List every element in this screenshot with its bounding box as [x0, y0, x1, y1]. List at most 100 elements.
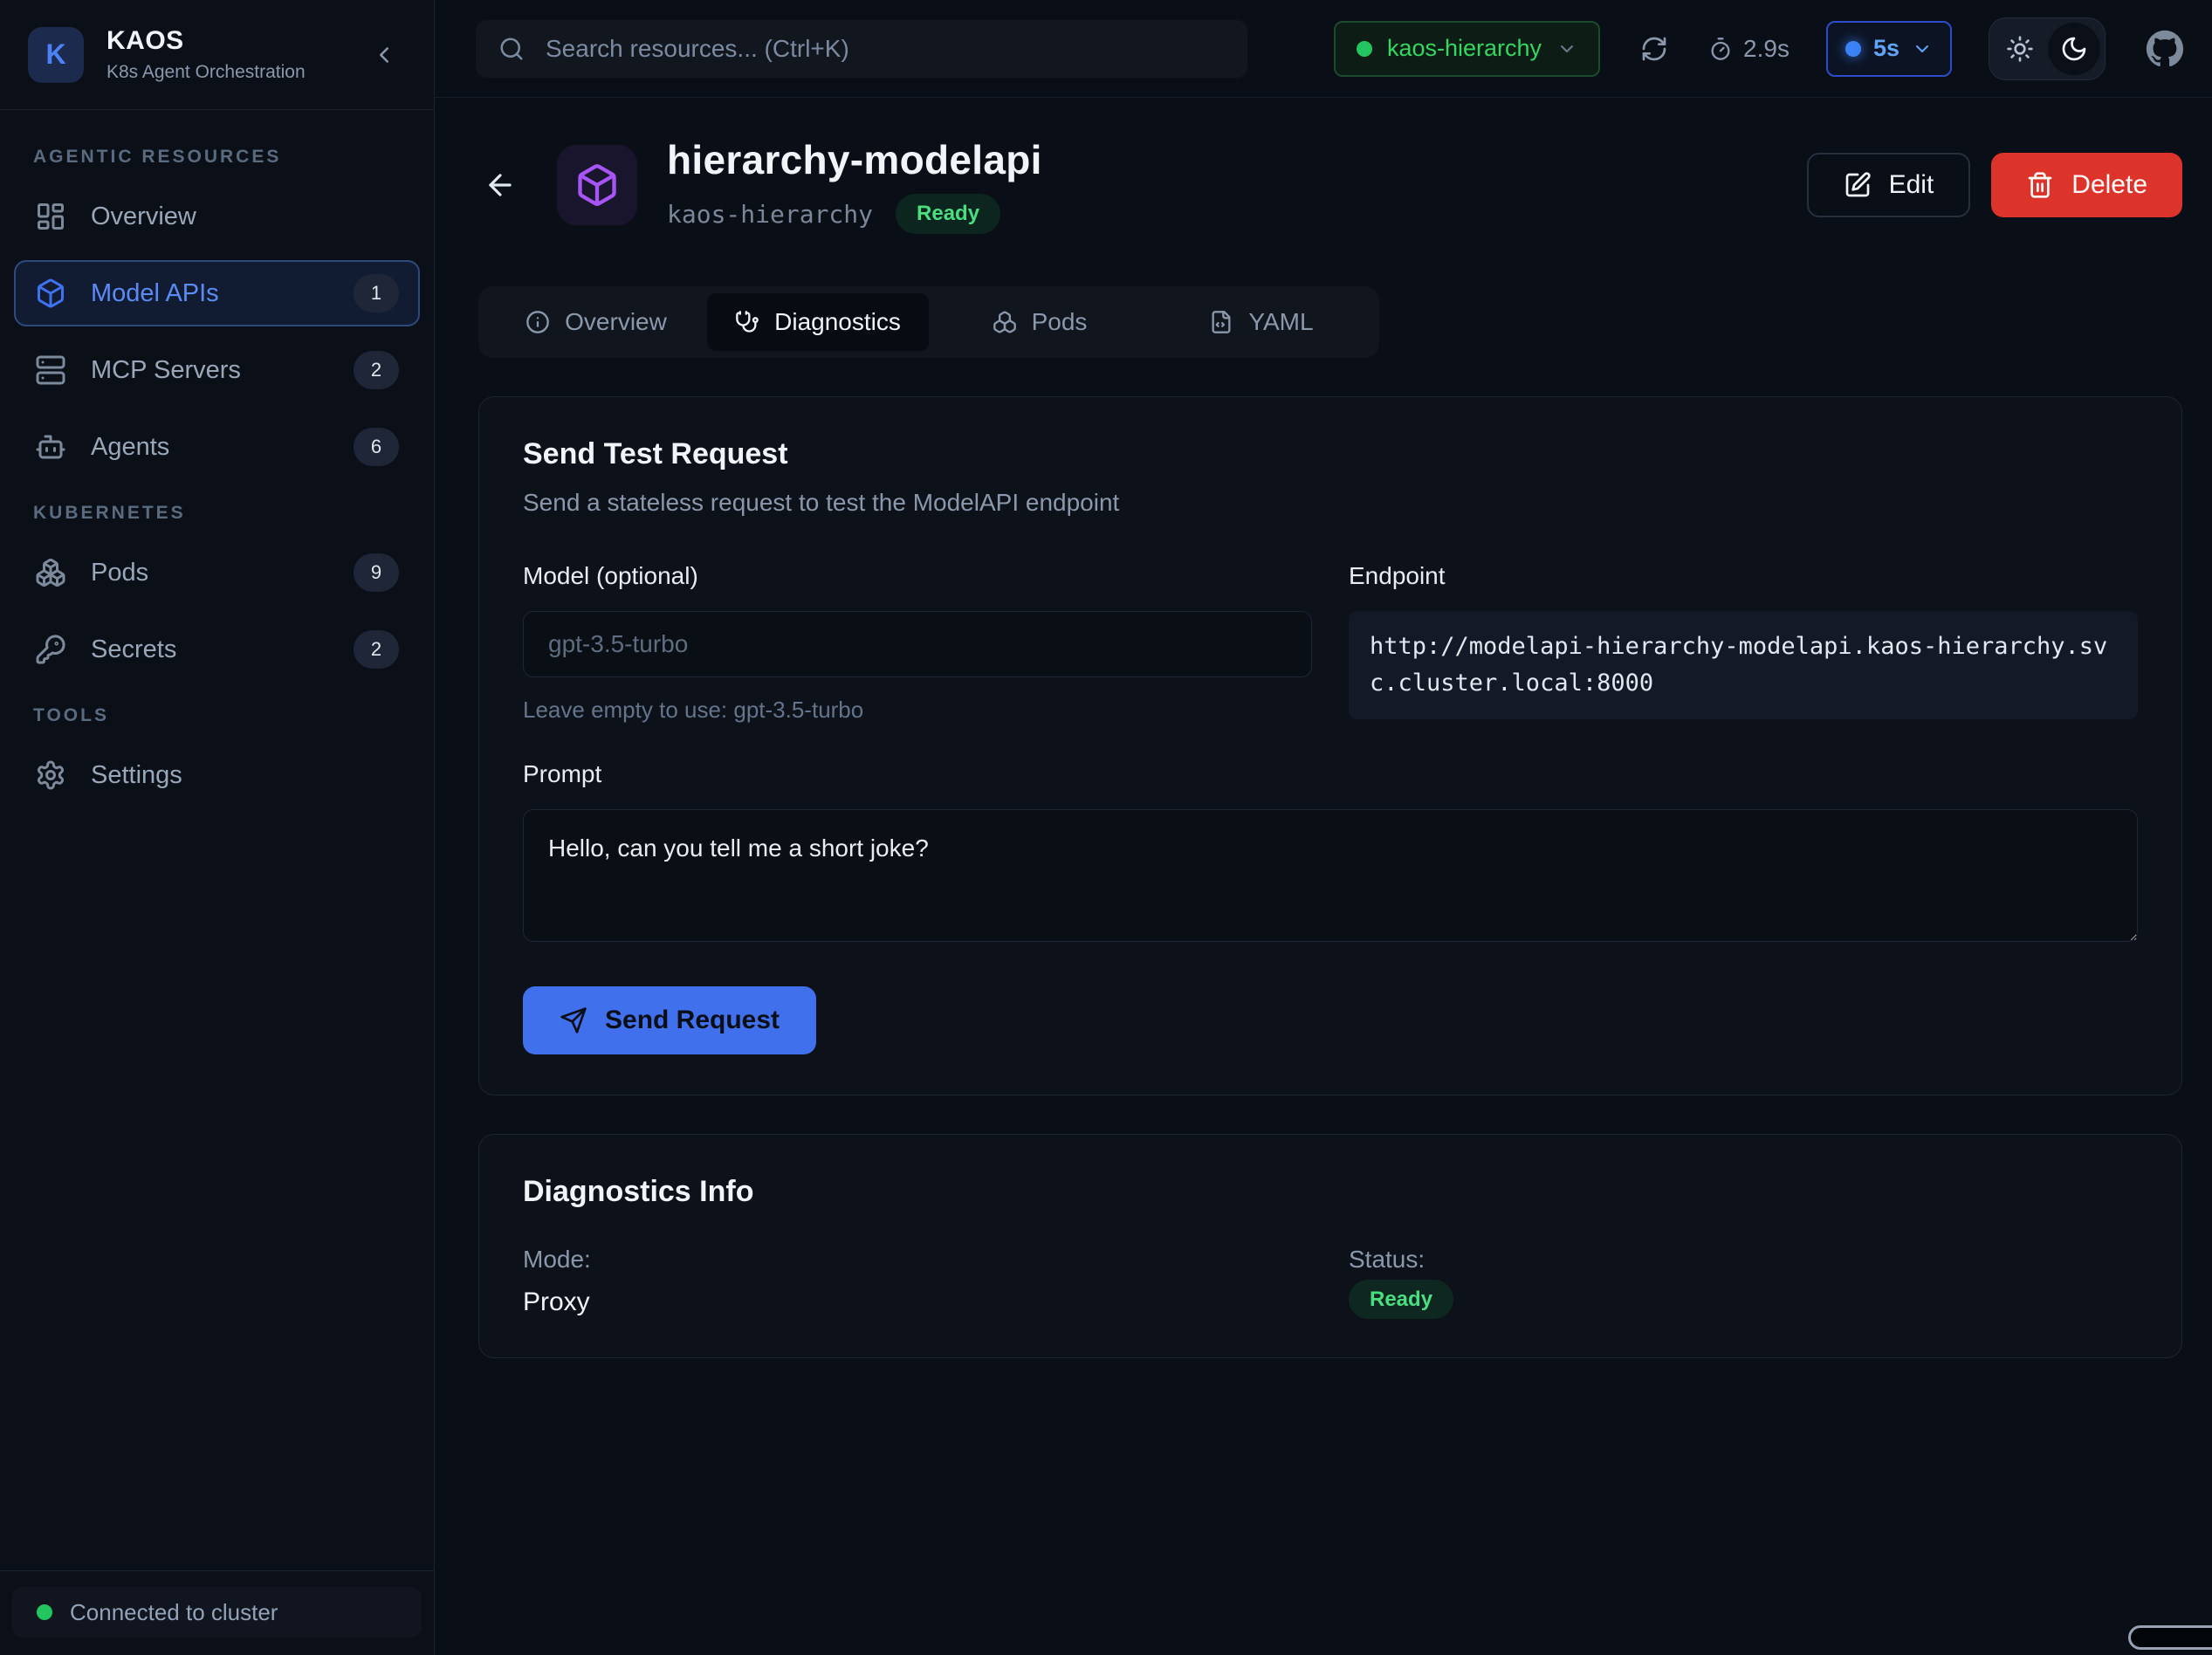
- topbar: kaos-hierarchy 2.9s 5s: [435, 0, 2212, 98]
- cube-icon: [35, 278, 66, 309]
- stethoscope-icon: [735, 310, 759, 334]
- edit-button[interactable]: Edit: [1807, 153, 1971, 217]
- prompt-label: Prompt: [523, 760, 2138, 788]
- card-title: Send Test Request: [523, 437, 2138, 471]
- tab-bar: Overview Diagnostics Pods YAML: [478, 286, 1379, 358]
- dark-mode-button[interactable]: [2048, 23, 2100, 75]
- scroll-indicator[interactable]: [2128, 1625, 2212, 1650]
- status-badge: Ready: [896, 194, 1000, 234]
- section-label-tools: TOOLS: [33, 705, 401, 726]
- model-field-label: Model (optional): [523, 562, 1312, 590]
- search-input[interactable]: [544, 34, 1225, 64]
- tab-label: Diagnostics: [774, 308, 901, 336]
- sidebar-collapse-button[interactable]: [364, 35, 404, 75]
- cluster-status: Connected to cluster: [12, 1587, 422, 1638]
- endpoint-value: http://modelapi-hierarchy-modelapi.kaos-…: [1349, 611, 2138, 719]
- title-block: hierarchy-modelapi kaos-hierarchy Ready: [667, 136, 1042, 234]
- sidebar-item-label: Pods: [91, 559, 148, 587]
- chevron-down-icon: [1556, 38, 1577, 59]
- boxes-icon: [993, 310, 1017, 334]
- send-icon: [560, 1006, 587, 1034]
- sidebar-item-secrets[interactable]: Secrets 2: [14, 616, 420, 683]
- boxes-icon: [35, 557, 66, 588]
- sidebar-nav: AGENTIC RESOURCES Overview Model APIs 1 …: [0, 110, 434, 1570]
- github-icon: [2146, 30, 2184, 68]
- sidebar-item-model-apis[interactable]: Model APIs 1: [14, 260, 420, 326]
- app-logo: K: [28, 27, 84, 83]
- resource-namespace: kaos-hierarchy: [667, 200, 873, 229]
- sidebar-item-label: MCP Servers: [91, 356, 241, 385]
- sidebar-item-label: Secrets: [91, 635, 176, 664]
- info-icon: [526, 310, 550, 334]
- mode-column: Mode: Proxy: [523, 1246, 1312, 1317]
- tab-label: Overview: [565, 308, 667, 336]
- tab-pods[interactable]: Pods: [929, 293, 1151, 351]
- count-badge: 1: [354, 274, 399, 312]
- tab-label: Pods: [1032, 308, 1088, 336]
- tab-diagnostics[interactable]: Diagnostics: [707, 293, 929, 351]
- sidebar-item-mcp-servers[interactable]: MCP Servers 2: [14, 337, 420, 403]
- resource-icon-box: [557, 145, 637, 225]
- app-subtitle: K8s Agent Orchestration: [106, 62, 306, 83]
- section-label-kubernetes: KUBERNETES: [33, 503, 401, 524]
- endpoint-label: Endpoint: [1349, 562, 2138, 590]
- sidebar-item-overview[interactable]: Overview: [14, 183, 420, 250]
- sidebar-footer: Connected to cluster: [0, 1570, 434, 1655]
- moon-icon: [2060, 35, 2088, 63]
- light-mode-button[interactable]: [1994, 23, 2046, 75]
- status-ready-badge: Ready: [1349, 1280, 1453, 1319]
- search-icon: [498, 36, 525, 62]
- prompt-textarea[interactable]: Hello, can you tell me a short joke?: [523, 809, 2138, 942]
- status-column: Status: Ready: [1349, 1246, 2138, 1317]
- interval-selector[interactable]: 5s: [1826, 21, 1952, 77]
- sidebar-item-pods[interactable]: Pods 9: [14, 539, 420, 606]
- namespace-selector[interactable]: kaos-hierarchy: [1334, 21, 1600, 77]
- sidebar-item-settings[interactable]: Settings: [14, 742, 420, 808]
- namespace-status-dot: [1357, 41, 1372, 57]
- gear-icon: [35, 759, 66, 791]
- diagnostics-info-card: Diagnostics Info Mode: Proxy Status: Rea…: [478, 1134, 2182, 1358]
- header-actions: Edit Delete: [1807, 153, 2182, 217]
- sidebar-item-agents[interactable]: Agents 6: [14, 414, 420, 480]
- tab-yaml[interactable]: YAML: [1151, 293, 1372, 351]
- theme-toggle: [1989, 17, 2106, 80]
- model-help-text: Leave empty to use: gpt-3.5-turbo: [523, 697, 1312, 724]
- model-field-column: Model (optional) Leave empty to use: gpt…: [523, 562, 1312, 724]
- mode-value: Proxy: [523, 1288, 1312, 1317]
- back-button[interactable]: [478, 163, 522, 207]
- trash-icon: [2026, 171, 2054, 199]
- refresh-icon: [1640, 35, 1668, 63]
- status-label: Status:: [1349, 1246, 2138, 1274]
- sidebar-item-label: Settings: [91, 761, 182, 790]
- cluster-status-label: Connected to cluster: [70, 1599, 278, 1626]
- stopwatch-icon: [1708, 37, 1733, 61]
- namespace-label: kaos-hierarchy: [1387, 35, 1542, 62]
- model-input[interactable]: [523, 611, 1312, 677]
- section-label-agentic: AGENTIC RESOURCES: [33, 147, 401, 168]
- sidebar-item-label: Overview: [91, 203, 196, 231]
- chevron-down-icon: [1912, 38, 1933, 59]
- search-bar[interactable]: [476, 20, 1247, 78]
- tab-label: YAML: [1248, 308, 1313, 336]
- key-icon: [35, 634, 66, 665]
- count-badge: 2: [354, 630, 399, 669]
- github-link[interactable]: [2142, 26, 2188, 72]
- diagnostics-grid: Mode: Proxy Status: Ready: [523, 1246, 2138, 1317]
- title-meta: kaos-hierarchy Ready: [667, 194, 1042, 234]
- interval-dot: [1845, 41, 1861, 57]
- tab-overview[interactable]: Overview: [485, 293, 707, 351]
- topbar-right: kaos-hierarchy 2.9s 5s: [1334, 17, 2188, 80]
- page-header: hierarchy-modelapi kaos-hierarchy Ready …: [478, 136, 2182, 234]
- app-title-block: KAOS K8s Agent Orchestration: [106, 26, 306, 83]
- interval-value: 5s: [1873, 35, 1899, 62]
- delete-button[interactable]: Delete: [1991, 153, 2182, 217]
- status-badge-row: Ready: [1349, 1288, 2138, 1312]
- send-request-button[interactable]: Send Request: [523, 986, 816, 1054]
- page-title: hierarchy-modelapi: [667, 136, 1042, 183]
- sidebar: K KAOS K8s Agent Orchestration AGENTIC R…: [0, 0, 435, 1655]
- send-request-label: Send Request: [605, 1006, 780, 1035]
- page-content: hierarchy-modelapi kaos-hierarchy Ready …: [435, 98, 2212, 1655]
- file-code-icon: [1209, 310, 1233, 334]
- refresh-timer: 2.9s: [1708, 35, 1790, 63]
- refresh-button[interactable]: [1637, 31, 1672, 66]
